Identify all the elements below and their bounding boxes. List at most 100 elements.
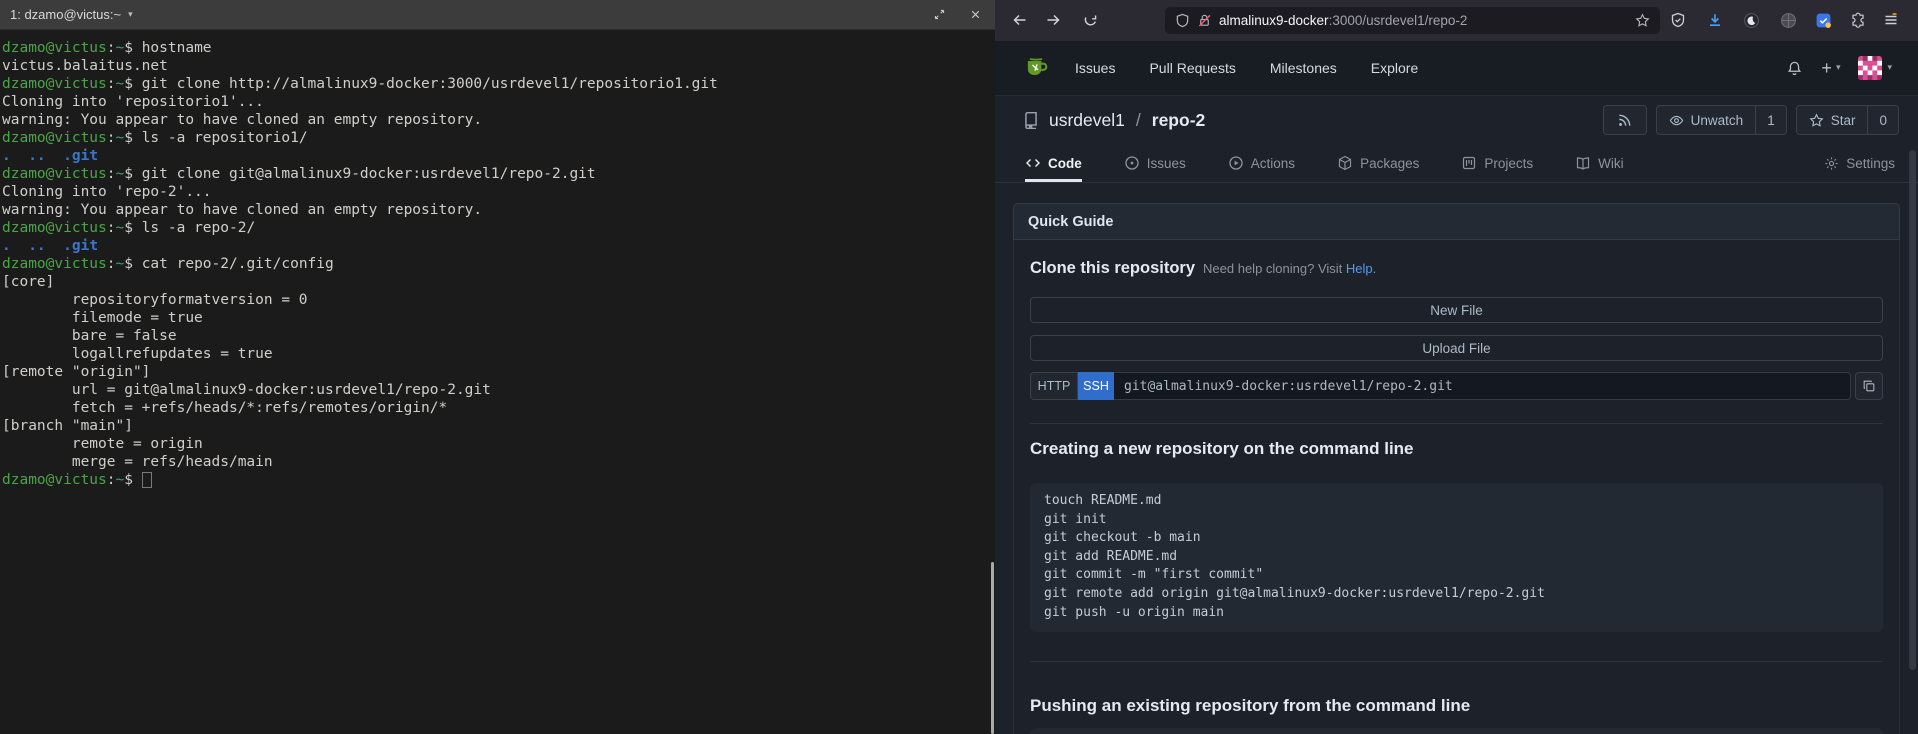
nav-item[interactable]: Issues [1075,60,1115,76]
terminal-line: merge = refs/heads/main [2,453,995,471]
copy-button[interactable] [1855,372,1883,400]
repo-title: usrdevel1 / repo-2 [1022,105,1205,135]
tab-packages-label: Packages [1360,156,1419,171]
clone-heading-text: Clone this repository [1030,259,1195,277]
page-scrollbar[interactable] [1909,150,1916,670]
terminal-line: dzamo@victus:~$ git clone http://almalin… [2,75,995,93]
rss-button[interactable] [1603,105,1647,135]
tab-settings[interactable]: Settings [1824,145,1895,182]
guide-segment: Clone this repository Need help cloning? … [1013,240,1900,734]
terminal-line: . .. .git [2,147,995,165]
repo-separator: / [1136,110,1141,131]
create-new-button[interactable]: +▾ [1821,58,1840,79]
eye-icon [1669,113,1684,128]
ssh-button[interactable]: SSH [1078,372,1114,400]
browser-window: almalinux9-docker:3000/usrdevel1/repo-2 [995,0,1918,734]
insecure-lock-icon[interactable] [1197,13,1212,28]
nav-item[interactable]: Explore [1371,60,1418,76]
terminal-line: . .. .git [2,237,995,255]
repo-owner-link[interactable]: usrdevel1 [1049,110,1125,131]
star-count[interactable]: 0 [1868,105,1899,135]
extension-darkreader-icon[interactable] [1737,6,1765,34]
watch-count[interactable]: 1 [1756,105,1787,135]
tab-issues[interactable]: Issues [1124,145,1186,182]
extensions-puzzle-icon[interactable] [1844,6,1872,34]
menu-icon[interactable] [1877,6,1905,34]
terminal-line: filemode = true [2,309,995,327]
chevron-down-icon[interactable]: ▾ [128,10,133,20]
terminal-titlebar[interactable]: 1: dzamo@victus:~ ▾ [0,0,995,30]
terminal-line: dzamo@victus:~$ hostname [2,39,995,57]
repo-content: Quick Guide Clone this repositoryNeed he… [995,183,1918,734]
http-button[interactable]: HTTP [1030,372,1078,400]
watch-group: Unwatch 1 [1656,105,1787,135]
repo-name-link[interactable]: repo-2 [1152,110,1205,131]
nav-item[interactable]: Pull Requests [1149,60,1235,76]
code-line: git remote add origin git@almalinux9-doc… [1044,585,1869,604]
push-repo-code[interactable] [1030,728,1883,734]
restore-window-icon[interactable] [925,1,953,28]
shield-check-icon[interactable] [1664,6,1692,34]
terminal-line: Cloning into 'repositorio1'... [2,93,995,111]
terminal-line: dzamo@victus:~$ [2,471,995,489]
unwatch-button[interactable]: Unwatch [1656,105,1757,135]
gitea-navbar: Issues Pull Requests Milestones Explore +▾ [995,41,1918,96]
terminal-line: warning: You appear to have cloned an em… [2,201,995,219]
tab-code[interactable]: Code [1025,145,1082,182]
terminal-line: dzamo@victus:~$ cat repo-2/.git/config [2,255,995,273]
tab-packages[interactable]: Packages [1337,145,1419,182]
new-file-button[interactable]: New File [1030,297,1883,323]
tab-issues-label: Issues [1147,156,1186,171]
terminal-line: remote = origin [2,435,995,453]
bookmark-star-icon[interactable] [1635,13,1650,28]
reload-icon[interactable] [1076,6,1104,34]
forward-icon[interactable] [1039,6,1067,34]
terminal-line: dzamo@victus:~$ git clone git@almalinux9… [2,165,995,183]
bell-icon[interactable] [1786,60,1803,77]
user-menu[interactable]: ▾ [1858,56,1892,80]
code-line: git add README.md [1044,548,1869,567]
terminal-line: logallrefupdates = true [2,345,995,363]
url-text[interactable]: almalinux9-docker:3000/usrdevel1/repo-2 [1219,13,1628,28]
clone-url-input[interactable] [1114,372,1851,400]
upload-file-button[interactable]: Upload File [1030,335,1883,361]
terminal-line: [branch "main"] [2,417,995,435]
terminal-title: 1: dzamo@victus:~ [10,7,121,22]
avatar [1858,56,1882,80]
star-button[interactable]: Star [1796,105,1869,135]
chevron-down-icon: ▾ [1836,63,1841,73]
code-line: touch README.md [1044,492,1869,511]
code-line: git commit -m "first commit" [1044,566,1869,585]
copy-icon [1862,379,1876,393]
url-bar[interactable]: almalinux9-docker:3000/usrdevel1/repo-2 [1165,7,1660,34]
terminal-window: 1: dzamo@victus:~ ▾ dzamo@victus:~$ host… [0,0,995,734]
extension-blue-badge-icon[interactable] [1809,6,1837,34]
tab-projects[interactable]: Projects [1461,145,1533,182]
screen: 1: dzamo@victus:~ ▾ dzamo@victus:~$ host… [0,0,1918,734]
divider [1030,423,1883,424]
tracking-shield-icon[interactable] [1175,13,1190,28]
tab-settings-label: Settings [1846,156,1895,171]
terminal-line: [remote "origin"] [2,363,995,381]
help-link[interactable]: Help [1346,261,1373,276]
code-line: git push -u origin main [1044,604,1869,623]
star-group: Star 0 [1796,105,1899,135]
code-line: git init [1044,511,1869,530]
create-repo-code[interactable]: touch README.mdgit initgit checkout -b m… [1030,483,1883,632]
download-icon[interactable] [1701,6,1729,34]
chevron-down-icon: ▾ [1887,63,1892,73]
tab-actions[interactable]: Actions [1228,145,1295,182]
nav-item[interactable]: Milestones [1270,60,1337,76]
back-icon[interactable] [1006,6,1034,34]
terminal-output[interactable]: dzamo@victus:~$ hostnamevictus.balaitus.… [0,29,995,734]
close-icon[interactable] [961,1,989,28]
browser-toolbar: almalinux9-docker:3000/usrdevel1/repo-2 [995,0,1918,42]
play-circle-icon [1228,155,1244,171]
push-repo-heading: Pushing an existing repository from the … [1030,694,1470,718]
package-cube-icon [1337,155,1353,171]
gitea-logo-icon[interactable] [1023,55,1049,81]
terminal-scrollbar[interactable] [991,562,994,734]
extension-globe-icon[interactable] [1774,6,1802,34]
help-prefix: Need help cloning? Visit [1203,261,1342,276]
tab-wiki[interactable]: Wiki [1575,145,1624,182]
